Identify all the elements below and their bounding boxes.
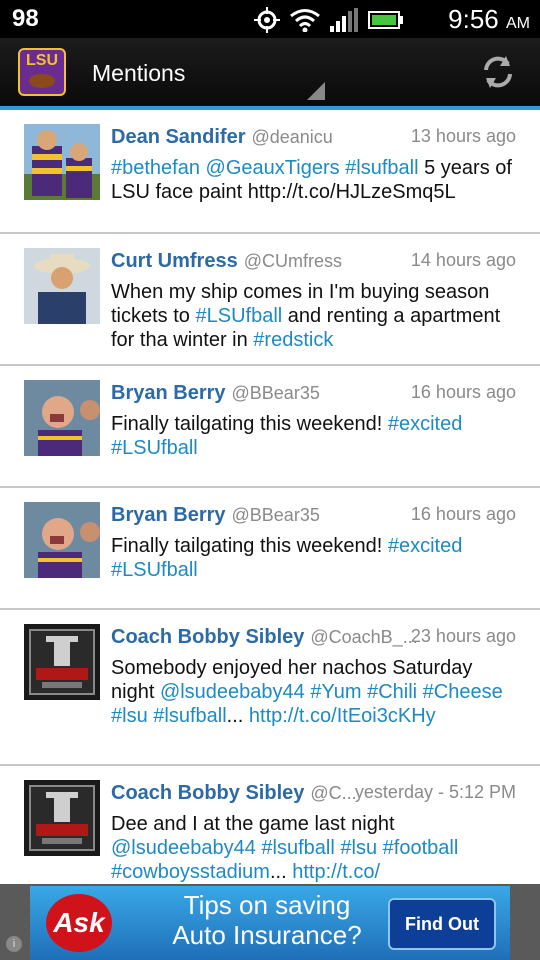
tweet-handle[interactable]: @C...	[310, 783, 356, 803]
tweet-link[interactable]: #football	[383, 837, 459, 859]
ad-headline[interactable]: Tips on saving Auto Insurance?	[152, 890, 382, 950]
refresh-icon[interactable]	[478, 52, 518, 92]
tweet-link[interactable]: @GeauxTigers	[206, 157, 340, 179]
tweet-author-name[interactable]: Coach Bobby Sibley	[111, 626, 304, 648]
mentions-list[interactable]: Dean Sandifer @deanicu 13 hours ago #beth…	[0, 110, 540, 926]
tweet-author-name[interactable]: Bryan Berry	[111, 504, 226, 526]
app-bar: LSU Mentions	[0, 38, 540, 110]
avatar[interactable]	[24, 780, 100, 856]
avatar[interactable]	[24, 248, 100, 324]
gps-icon	[254, 7, 280, 33]
tweet-link[interactable]: #LSUfball	[111, 559, 198, 581]
tweet-text: When my ship comes in I'm buying season …	[111, 280, 520, 352]
tweet-author-name[interactable]: Bryan Berry	[111, 382, 226, 404]
tweet-author[interactable]: Curt Umfress @CUmfress	[111, 250, 342, 273]
ad-banner-content[interactable]: Ask Tips on saving Auto Insurance? Find …	[30, 886, 510, 960]
tweet-author[interactable]: Bryan Berry @BBear35	[111, 382, 320, 405]
tweet-item[interactable]: Coach Bobby Sibley @CoachB_... 23 hours a…	[0, 610, 540, 766]
tweet-link[interactable]: #LSUfball	[111, 437, 198, 459]
ad-cta-button[interactable]: Find Out	[388, 898, 496, 950]
tweet-handle[interactable]: @BBear35	[232, 383, 320, 403]
tweet-time: 13 hours ago	[410, 126, 516, 146]
tweet-text-segment: ...	[269, 861, 293, 883]
status-icons	[254, 7, 404, 33]
app-logo[interactable]: LSU	[18, 48, 66, 96]
tweet-handle[interactable]: @BBear35	[232, 505, 320, 525]
clock: 9:56 AM	[448, 4, 530, 35]
battery-level: 98	[12, 5, 39, 32]
tweet-handle[interactable]: @deanicu	[251, 127, 332, 147]
status-bar: 98 9:56 AM	[0, 0, 540, 38]
tweet-link[interactable]: #redstick	[253, 329, 333, 351]
wifi-icon	[290, 9, 320, 32]
ad-headline-line2: Auto Insurance?	[172, 920, 362, 950]
ad-banner[interactable]: Ask Tips on saving Auto Insurance? Find …	[0, 884, 540, 960]
dropdown-indicator-icon[interactable]	[307, 82, 325, 100]
tweet-handle[interactable]: @CoachB_...	[310, 627, 417, 647]
avatar[interactable]	[24, 502, 100, 578]
tweet-author[interactable]: Coach Bobby Sibley @CoachB_...	[111, 626, 418, 649]
tweet-time: yesterday - 5:12 PM	[354, 782, 516, 802]
tweet-link[interactable]: #lsu	[111, 705, 148, 727]
tweet-author[interactable]: Dean Sandifer @deanicu	[111, 126, 333, 149]
tweet-link[interactable]: #lsu	[340, 837, 377, 859]
tweet-link[interactable]: #Yum	[310, 681, 361, 703]
signal-icon	[330, 8, 358, 32]
battery-icon	[368, 11, 403, 29]
tweet-item[interactable]: Bryan Berry @BBear35 16 hours ago Finally…	[0, 366, 540, 488]
tweet-link[interactable]: #cowboysstadium	[111, 861, 270, 883]
ad-info-icon[interactable]: i	[6, 936, 22, 952]
ad-brand-logo[interactable]: Ask	[46, 894, 112, 952]
tweet-author-name[interactable]: Coach Bobby Sibley	[111, 782, 304, 804]
tweet-link[interactable]: #bethefan	[111, 157, 200, 179]
football-icon	[29, 74, 55, 88]
tweet-author-name[interactable]: Curt Umfress	[111, 250, 238, 272]
tweet-link[interactable]: #Cheese	[423, 681, 503, 703]
tweet-author[interactable]: Bryan Berry @BBear35	[111, 504, 320, 527]
tweet-time: 16 hours ago	[410, 382, 516, 402]
tweet-link[interactable]: @lsudeebaby44	[160, 681, 305, 703]
avatar[interactable]	[24, 380, 100, 456]
tweet-item[interactable]: Curt Umfress @CUmfress 14 hours ago When …	[0, 234, 540, 366]
tweet-link[interactable]: #LSUfball	[195, 305, 282, 327]
tweet-link[interactable]: #excited	[388, 413, 463, 435]
tweet-link[interactable]: #lsufball	[345, 157, 418, 179]
tweet-text-segment: Finally tailgating this weekend!	[111, 413, 388, 435]
app-logo-text: LSU	[26, 52, 58, 69]
tweet-text-segment: ...	[226, 705, 249, 727]
tweet-link[interactable]: #lsufball	[261, 837, 334, 859]
tweet-text: Finally tailgating this weekend! #excite…	[111, 534, 520, 582]
tweet-text: #bethefan @GeauxTigers #lsufball 5 years…	[111, 156, 520, 204]
tweet-time: 23 hours ago	[410, 626, 516, 646]
clock-time: 9:56	[448, 4, 499, 34]
ad-headline-line1: Tips on saving	[183, 890, 351, 920]
tweet-text: Dee and I at the game last night @lsudee…	[111, 812, 520, 884]
tweet-time: 14 hours ago	[410, 250, 516, 270]
tweet-link[interactable]: #excited	[388, 535, 463, 557]
clock-ampm: AM	[506, 15, 530, 32]
tweet-handle[interactable]: @CUmfress	[244, 251, 342, 271]
tweet-time: 16 hours ago	[410, 504, 516, 524]
tweet-author-name[interactable]: Dean Sandifer	[111, 126, 245, 148]
tweet-author[interactable]: Coach Bobby Sibley @C...	[111, 782, 357, 805]
tweet-link[interactable]: http://t.co/	[292, 861, 380, 883]
tweet-text: Finally tailgating this weekend! #excite…	[111, 412, 520, 460]
avatar[interactable]	[24, 124, 100, 200]
tweet-link[interactable]: #Chili	[367, 681, 417, 703]
tweet-text-segment: Dee and I at the game last night	[111, 813, 395, 835]
tweet-text: Somebody enjoyed her nachos Saturday nig…	[111, 656, 520, 728]
page-title[interactable]: Mentions	[92, 60, 185, 87]
tweet-link[interactable]: @lsudeebaby44	[111, 837, 256, 859]
tweet-item[interactable]: Dean Sandifer @deanicu 13 hours ago #beth…	[0, 110, 540, 234]
tweet-text-segment: Finally tailgating this weekend!	[111, 535, 388, 557]
avatar[interactable]	[24, 624, 100, 700]
tweet-link[interactable]: #lsufball	[153, 705, 226, 727]
tweet-link[interactable]: http://t.co/ItEoi3cKHy	[249, 705, 436, 727]
tweet-item[interactable]: Bryan Berry @BBear35 16 hours ago Finally…	[0, 488, 540, 610]
